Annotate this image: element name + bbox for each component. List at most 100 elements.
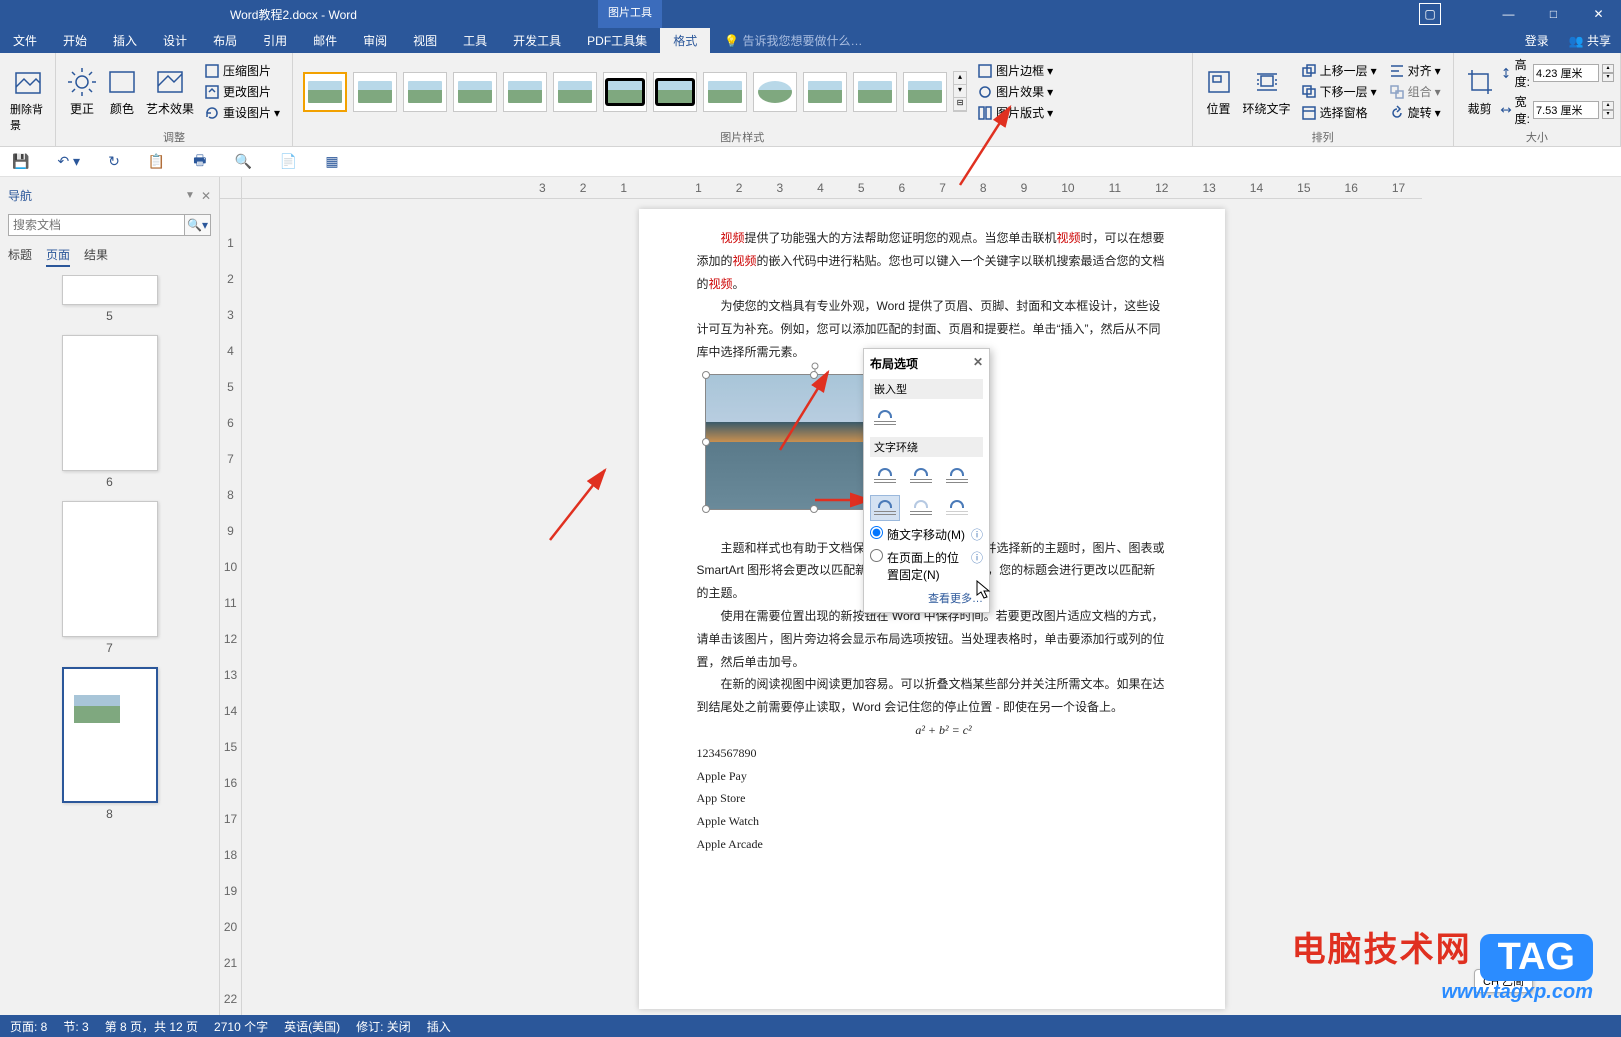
wrap-square[interactable] [870, 463, 900, 489]
tab-format[interactable]: 格式 [660, 28, 710, 53]
fix-position-radio[interactable] [870, 549, 883, 562]
ribbon-display-options[interactable]: ▢ [1419, 3, 1441, 25]
corrections-button[interactable]: 更正 [62, 64, 102, 119]
qat-btn-6[interactable]: 🔍 [234, 153, 251, 170]
width-up[interactable]: ▴ [1602, 101, 1614, 110]
picture-style-3[interactable] [403, 72, 447, 112]
nav-tab-results[interactable]: 结果 [84, 246, 108, 267]
align-button[interactable]: 对齐 ▾ [1386, 61, 1444, 80]
nav-tab-pages[interactable]: 页面 [46, 246, 70, 267]
info-icon-2[interactable]: ⓘ [971, 549, 983, 566]
picture-style-11[interactable] [803, 72, 847, 112]
crop-button[interactable]: 裁剪 [1460, 64, 1500, 119]
picture-style-12[interactable] [853, 72, 897, 112]
wrap-through[interactable] [942, 463, 972, 489]
maximize-button[interactable]: □ [1531, 0, 1576, 28]
picture-border-button[interactable]: 图片边框 ▾ [974, 61, 1056, 80]
selection-pane-button[interactable]: 选择窗格 [1298, 103, 1380, 122]
tab-mailings[interactable]: 邮件 [300, 28, 350, 53]
page-thumb-6[interactable] [62, 335, 158, 471]
picture-style-5[interactable] [503, 72, 547, 112]
close-button[interactable]: ✕ [1576, 0, 1621, 28]
save-button[interactable]: 💾 [12, 153, 29, 170]
status-word-count[interactable]: 2710 个字 [214, 1018, 268, 1035]
layout-popup-close[interactable]: ✕ [973, 355, 983, 372]
status-track-changes[interactable]: 修订: 关闭 [356, 1018, 411, 1035]
tell-me[interactable]: 💡 告诉我您想要做什么… [710, 32, 862, 49]
picture-style-10[interactable] [753, 72, 797, 112]
tab-tools[interactable]: 工具 [450, 28, 500, 53]
tab-pdf-tools[interactable]: PDF工具集 [574, 28, 660, 53]
reset-picture-button[interactable]: 重设图片 ▾ [201, 103, 283, 122]
picture-style-6[interactable] [553, 72, 597, 112]
tab-view[interactable]: 视图 [400, 28, 450, 53]
remove-background-button[interactable]: 删除背景 [6, 65, 49, 135]
status-section[interactable]: 节: 3 [63, 1018, 88, 1035]
share-button[interactable]: 👥 共享 [1559, 32, 1621, 49]
status-page[interactable]: 页面: 8 [10, 1018, 47, 1035]
login-button[interactable]: 登录 [1515, 32, 1559, 49]
redo-button[interactable]: ↻ [108, 153, 120, 170]
compress-pictures-button[interactable]: 压缩图片 [201, 61, 283, 80]
picture-style-7[interactable] [603, 72, 647, 112]
search-button[interactable]: 🔍▾ [185, 214, 211, 236]
bring-forward-button[interactable]: 上移一层 ▾ [1298, 61, 1380, 80]
qat-btn-4[interactable]: 📋 [148, 153, 165, 170]
search-input[interactable] [8, 214, 185, 236]
status-insert-mode[interactable]: 插入 [427, 1018, 451, 1035]
see-more-link[interactable]: 查看更多… [870, 586, 983, 606]
nav-close[interactable]: ✕ [201, 189, 211, 203]
wrap-behind[interactable] [906, 495, 936, 521]
page-thumb-7[interactable] [62, 501, 158, 637]
tab-layout[interactable]: 布局 [200, 28, 250, 53]
picture-style-9[interactable] [703, 72, 747, 112]
tab-insert[interactable]: 插入 [100, 28, 150, 53]
width-input[interactable] [1533, 101, 1599, 119]
rotate-button[interactable]: 旋转 ▾ [1386, 103, 1444, 122]
picture-style-1[interactable] [303, 72, 347, 112]
undo-button[interactable]: ↶ ▾ [57, 153, 80, 170]
move-with-text-radio[interactable] [870, 526, 883, 539]
wrap-inline[interactable] [870, 405, 900, 431]
styles-gallery-expand[interactable]: ▴▾⊟ [953, 71, 967, 112]
vertical-ruler[interactable]: 123456789101112131415161718192021222324 [220, 199, 242, 1015]
artistic-effects-button[interactable]: 艺术效果 [142, 64, 198, 119]
qat-btn-8[interactable]: ▦ [325, 153, 338, 170]
wrap-text-button[interactable]: 环绕文字 [1239, 64, 1295, 119]
send-backward-button[interactable]: 下移一层 ▾ [1298, 82, 1380, 101]
wrap-top-bottom[interactable] [870, 495, 900, 521]
wrap-tight[interactable] [906, 463, 936, 489]
change-picture-button[interactable]: 更改图片 [201, 82, 283, 101]
color-button[interactable]: 颜色 [102, 64, 142, 119]
status-language[interactable]: 英语(美国) [284, 1018, 340, 1035]
tab-developer[interactable]: 开发工具 [500, 28, 574, 53]
qat-btn-7[interactable]: 📄 [280, 153, 297, 170]
nav-dropdown[interactable]: ▼ [185, 190, 195, 201]
page-thumb-5[interactable] [62, 275, 158, 305]
page-thumb-8[interactable] [62, 667, 158, 803]
height-down[interactable]: ▾ [1602, 73, 1614, 82]
tab-file[interactable]: 文件 [0, 28, 50, 53]
picture-style-4[interactable] [453, 72, 497, 112]
info-icon-1[interactable]: ⓘ [971, 526, 983, 543]
tab-review[interactable]: 审阅 [350, 28, 400, 53]
status-page-of[interactable]: 第 8 页，共 12 页 [105, 1018, 198, 1035]
group-button[interactable]: 组合 ▾ [1386, 82, 1444, 101]
picture-layout-button[interactable]: 图片版式 ▾ [974, 103, 1056, 122]
height-up[interactable]: ▴ [1602, 64, 1614, 73]
width-down[interactable]: ▾ [1602, 110, 1614, 119]
tab-references[interactable]: 引用 [250, 28, 300, 53]
picture-style-8[interactable] [653, 72, 697, 112]
tab-home[interactable]: 开始 [50, 28, 100, 53]
tab-design[interactable]: 设计 [150, 28, 200, 53]
horizontal-ruler[interactable]: 3211234567891011121314151617 [242, 177, 1422, 199]
wrap-front[interactable] [942, 495, 972, 521]
picture-style-13[interactable] [903, 72, 947, 112]
picture-effects-button[interactable]: 图片效果 ▾ [974, 82, 1056, 101]
picture-style-2[interactable] [353, 72, 397, 112]
position-button[interactable]: 位置 [1199, 64, 1239, 119]
qat-btn-5[interactable]: 🖶 [193, 150, 206, 174]
height-input[interactable] [1533, 64, 1599, 82]
minimize-button[interactable]: — [1486, 0, 1531, 28]
nav-tab-headings[interactable]: 标题 [8, 246, 32, 267]
